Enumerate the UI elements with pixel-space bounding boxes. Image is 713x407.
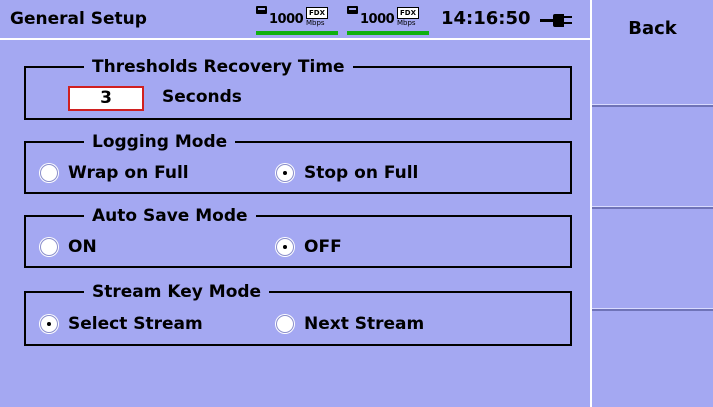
ethernet-port-icon [347,6,358,14]
stop-on-full-label: Stop on Full [304,163,419,183]
stream-key-mode-group: Stream Key Mode Select Stream Next Strea… [24,281,572,346]
clock: 14:16:50 [441,8,531,29]
ac-power-plug-icon [540,14,574,28]
next-stream-radio[interactable] [276,315,294,333]
auto-save-on-option[interactable]: ON [40,237,97,257]
port-2-speed: 1000 [360,12,395,27]
port-2-link-bar [347,31,429,35]
next-stream-label: Next Stream [304,314,425,334]
select-stream-label: Select Stream [68,314,203,334]
port-1-speed: 1000 [269,12,304,27]
port-1-unit: Mbps [306,19,325,27]
select-stream-option[interactable]: Select Stream [40,314,203,334]
wrap-on-full-label: Wrap on Full [68,163,189,183]
page-title: General Setup [10,9,147,29]
port-2-unit: Mbps [397,19,416,27]
port-2-duplex: FDX [397,7,419,19]
port-1-link-bar [256,31,338,35]
stream-key-mode-legend: Stream Key Mode [84,281,270,303]
next-stream-option[interactable]: Next Stream [276,314,424,334]
auto-save-on-label: ON [68,237,97,257]
auto-save-mode-legend: Auto Save Mode [84,205,256,227]
wrap-on-full-option[interactable]: Wrap on Full [40,163,189,183]
auto-save-off-label: OFF [304,237,342,257]
softkey-2[interactable] [592,107,713,209]
logging-mode-group: Logging Mode Wrap on Full Stop on Full [24,131,572,194]
ethernet-port-icon [256,6,267,14]
back-button[interactable]: Back [592,0,713,107]
port-1-duplex: FDX [306,7,328,19]
auto-save-mode-group: Auto Save Mode ON OFF [24,205,572,268]
softkey-panel: Back [590,0,713,407]
auto-save-off-option[interactable]: OFF [276,237,342,257]
stop-on-full-option[interactable]: Stop on Full [276,163,418,183]
auto-save-on-radio[interactable] [40,238,58,256]
auto-save-off-radio[interactable] [276,238,294,256]
header-bar: General Setup 1000 FDX Mbps 1000 FDX Mbp… [0,0,590,40]
back-button-label: Back [628,18,677,39]
recovery-time-input[interactable]: 3 [68,86,144,111]
stop-on-full-radio[interactable] [276,164,294,182]
select-stream-radio[interactable] [40,315,58,333]
thresholds-recovery-group: Thresholds Recovery Time 3 Seconds [24,56,572,120]
softkey-4[interactable] [592,311,713,407]
softkey-3[interactable] [592,209,713,311]
logging-mode-legend: Logging Mode [84,131,236,153]
wrap-on-full-radio[interactable] [40,164,58,182]
thresholds-recovery-legend: Thresholds Recovery Time [84,56,353,78]
recovery-time-unit: Seconds [162,87,242,107]
